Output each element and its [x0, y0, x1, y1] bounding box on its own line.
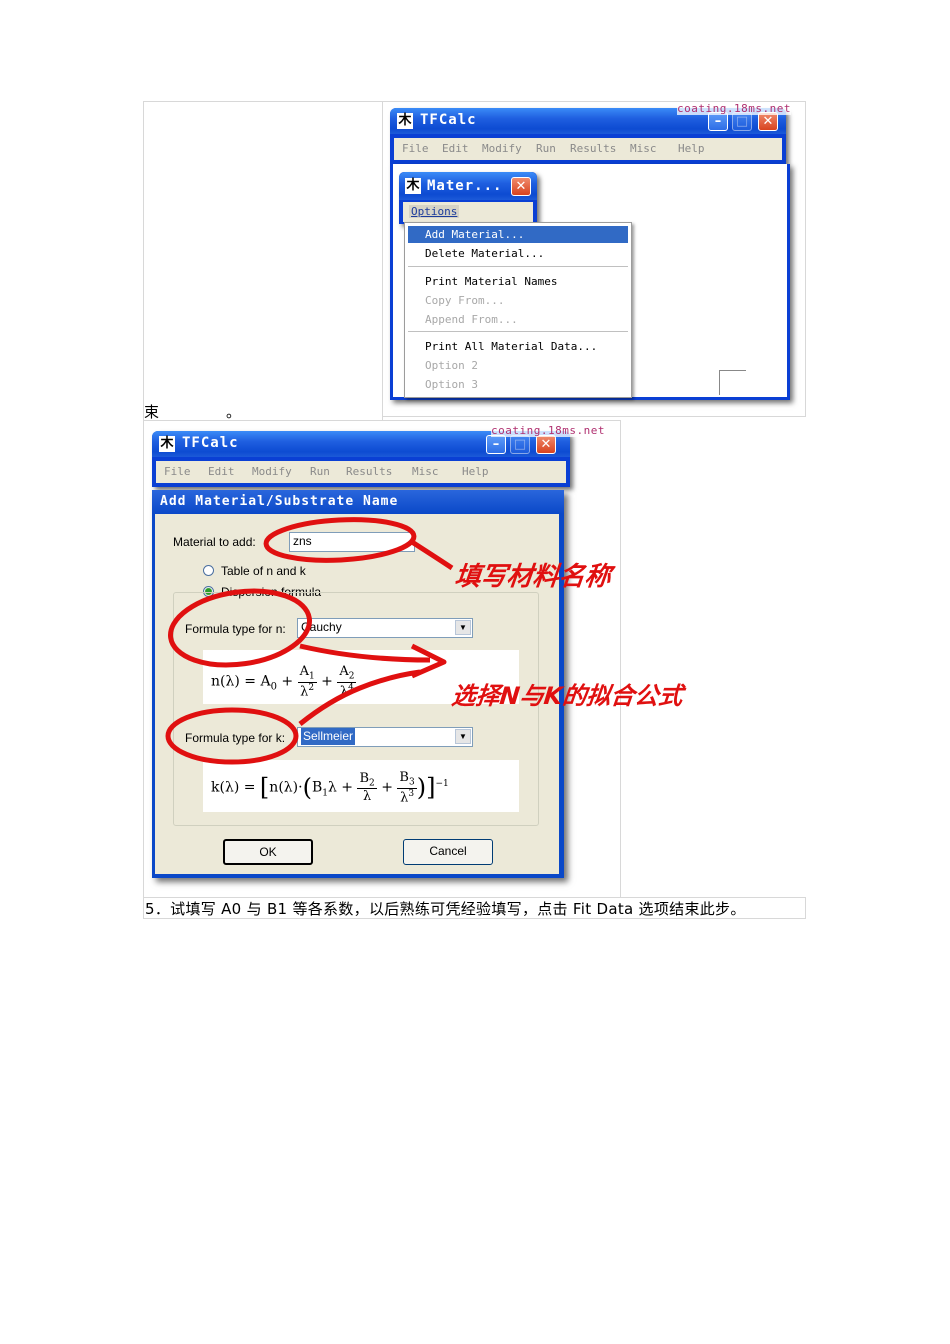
circle-material-input — [263, 517, 417, 563]
annotation-choose-formula: 选择N与K的拟合公式 — [450, 682, 684, 710]
step-caption: 5．试填写 A0 与 B1 等各系数，以后熟练可凭经验填写，点击 Fit Dat… — [145, 900, 746, 918]
circle-n-formula — [168, 588, 312, 668]
annotation-fill-name: 填写材料名称 — [453, 562, 613, 592]
arrow-to-formula-note — [298, 643, 447, 726]
annotation-overlay — [165, 517, 454, 765]
arrow-to-name-note — [410, 539, 454, 571]
circle-k-formula — [165, 707, 299, 765]
